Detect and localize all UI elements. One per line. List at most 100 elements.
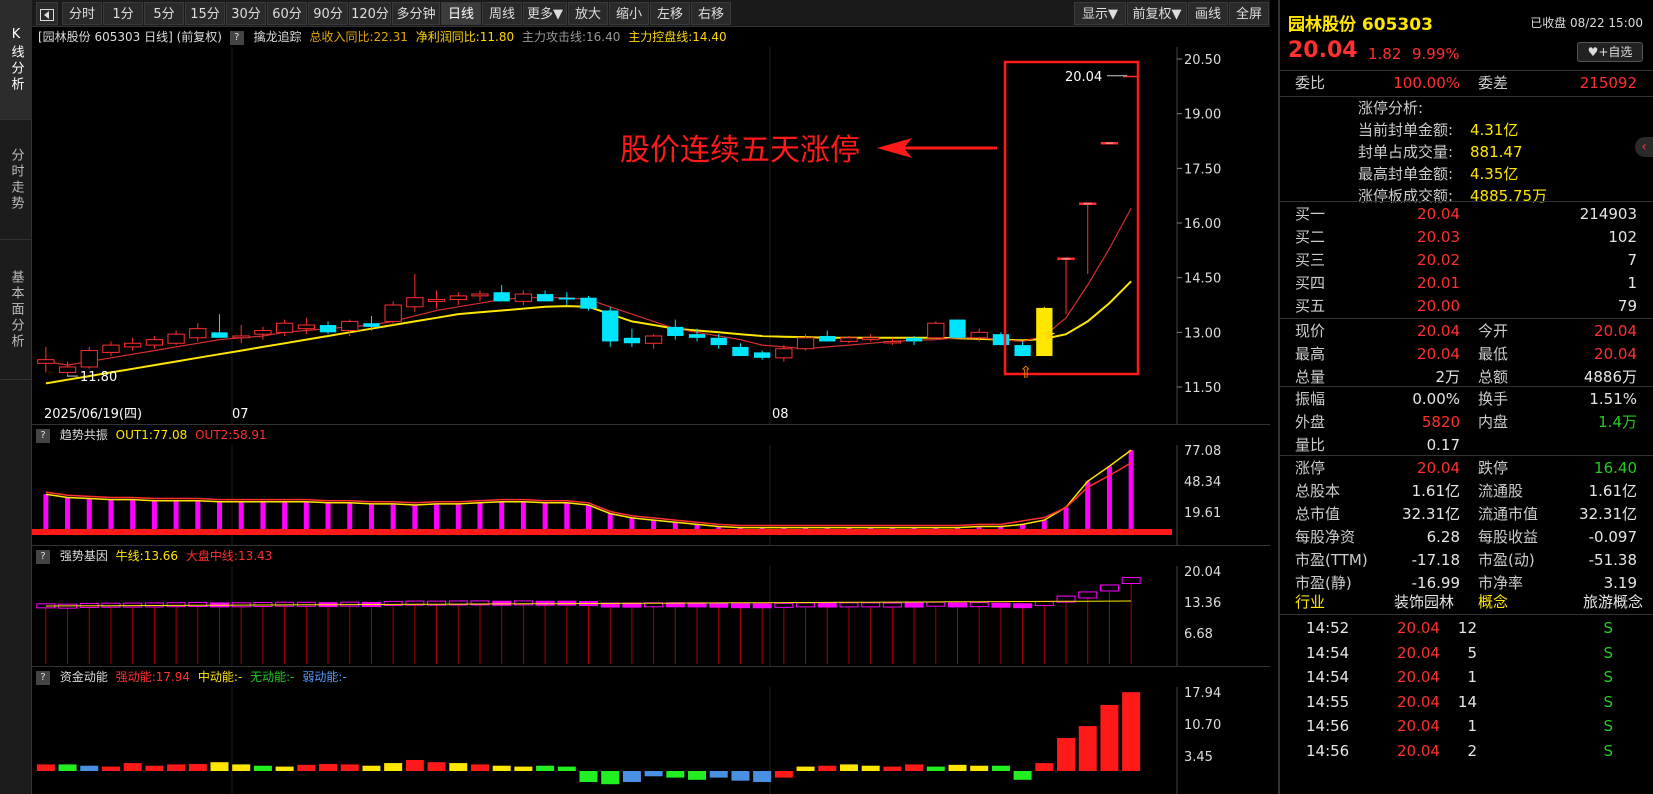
- fund-bar: [579, 771, 598, 783]
- stat-label: 今开: [1478, 322, 1509, 340]
- y-tick-label: 11.50: [1184, 381, 1221, 396]
- gene-chart[interactable]: 20.04 13.36 6.68: [32, 566, 1270, 666]
- trend-bar: [520, 501, 526, 533]
- period-button[interactable]: 放大: [568, 2, 608, 25]
- gene-block: [904, 602, 924, 608]
- trend-bar: [347, 502, 353, 533]
- period-button[interactable]: 多分钟: [392, 2, 440, 25]
- gene-dapan: 大盘中线:13.43: [185, 549, 273, 563]
- y-tick-label: 17.94: [1184, 687, 1221, 701]
- y-tick-label: 20.04: [1184, 566, 1221, 580]
- stat-row: 振幅 0.00% 换手 1.51%: [1280, 388, 1653, 411]
- gene-block: [166, 602, 186, 608]
- stat-value: 1.61亿: [1588, 482, 1637, 500]
- collapse-panel-button[interactable]: [36, 2, 58, 25]
- trend-name[interactable]: 趋势共振: [60, 428, 108, 442]
- fund-bar: [839, 764, 858, 771]
- trend-bar: [412, 505, 418, 533]
- stat-label: 涨停: [1295, 459, 1326, 477]
- trend-chart[interactable]: 77.08 48.34 19.61: [32, 445, 1270, 545]
- star-icon: ★: [1042, 325, 1056, 344]
- help-icon[interactable]: ?: [36, 549, 50, 564]
- stat-label: 市盈(动): [1478, 551, 1535, 569]
- concept-label[interactable]: 概念: [1478, 591, 1508, 614]
- stat-row: 总市值 32.31亿 流通市值 32.31亿: [1280, 503, 1653, 526]
- industry-label[interactable]: 行业: [1295, 591, 1325, 614]
- period-button[interactable]: 15分: [185, 2, 225, 25]
- tab-kline-analysis[interactable]: K线分析: [0, 0, 32, 120]
- candle-body: [58, 366, 77, 373]
- gene-name[interactable]: 强势基因: [60, 549, 108, 563]
- period-button[interactable]: 60分: [267, 2, 307, 25]
- gene-block: [839, 602, 859, 608]
- candle-body: [840, 337, 858, 342]
- help-icon[interactable]: ?: [36, 428, 50, 443]
- period-button[interactable]: 缩小: [609, 2, 649, 25]
- zt-value: 881.47: [1470, 143, 1523, 161]
- tab-timeshare[interactable]: 分时走势: [0, 120, 32, 240]
- quote-panel: 园林股份 605303 已收盘 08/22 15:00 20.04 1.82 9…: [1278, 0, 1653, 794]
- period-button[interactable]: 30分: [226, 2, 266, 25]
- gene-block: [882, 602, 902, 608]
- fund-bar: [492, 765, 511, 771]
- tick-side: S: [1603, 741, 1613, 760]
- trend-out1: OUT1:77.08: [115, 428, 188, 442]
- fund-bar: [1078, 726, 1097, 771]
- stat-label: 量比: [1295, 436, 1326, 454]
- help-icon[interactable]: ?: [229, 30, 244, 45]
- period-button[interactable]: 日线: [441, 2, 481, 25]
- fund-name[interactable]: 资金动能: [60, 670, 108, 684]
- fund-bar: [297, 764, 316, 771]
- candle-body: [558, 297, 575, 300]
- period-button[interactable]: 5分: [144, 2, 184, 25]
- price-change-pct: 9.99%: [1412, 45, 1460, 63]
- candle-body: [905, 337, 923, 342]
- chart-area: [园林股份 605303 日线] (前复权) ? 擒龙追踪 总收入同比:22.3…: [32, 27, 1270, 794]
- concept-value[interactable]: 旅游概念: [1583, 591, 1643, 614]
- period-button[interactable]: 120分: [349, 2, 391, 25]
- period-button[interactable]: 周线: [482, 2, 522, 25]
- y-tick-label: 20.50: [1184, 53, 1221, 68]
- bid-row: 买二 20.03 102: [1280, 226, 1653, 249]
- fund-bar: [557, 766, 576, 771]
- period-button[interactable]: 右移: [691, 2, 731, 25]
- stat-value: 1.51%: [1589, 390, 1637, 408]
- candle-body: [37, 359, 55, 364]
- toolbar-option-button[interactable]: 显示▼: [1074, 2, 1126, 25]
- fund-panel-header: ? 资金动能 强动能:17.94 中动能:- 无动能:- 弱动能:-: [32, 667, 1270, 687]
- y-tick-label: 6.68: [1184, 627, 1213, 642]
- period-button[interactable]: 分时: [62, 2, 102, 25]
- tab-fundamentals[interactable]: 基本面分析: [0, 240, 32, 380]
- candle-body: [1014, 345, 1031, 357]
- fund-bar: [188, 763, 207, 771]
- bid-volume: 214903: [1579, 205, 1637, 223]
- gene-block: [1013, 603, 1033, 609]
- add-favorite-button[interactable]: ♥+自选: [1577, 42, 1643, 62]
- toolbar-option-button[interactable]: 前复权▼: [1127, 2, 1187, 25]
- toolbar-option-button[interactable]: 全屏: [1229, 2, 1269, 25]
- expand-arrow-icon[interactable]: ‹: [1635, 137, 1653, 157]
- high-label: 20.04: [1065, 70, 1102, 85]
- industry-value[interactable]: 装饰园林: [1394, 591, 1454, 614]
- stat-label: 内盘: [1478, 413, 1509, 431]
- bid-volume: 7: [1627, 251, 1637, 269]
- kline-chart[interactable]: 20.50 19.00 17.50 16.00 14.50 13.00 11.50 20.04…: [32, 47, 1270, 424]
- period-button[interactable]: 1分: [103, 2, 143, 25]
- stat-value: 5820: [1421, 413, 1460, 431]
- stat-value: 20.04: [1594, 322, 1637, 340]
- toolbar-option-button[interactable]: 画线: [1188, 2, 1228, 25]
- period-button[interactable]: 90分: [308, 2, 348, 25]
- trend-bar: [173, 500, 179, 533]
- indicator-name[interactable]: 擒龙追踪: [254, 30, 302, 44]
- fund-bar: [470, 764, 489, 771]
- bid-volume: 1: [1627, 274, 1637, 292]
- help-icon[interactable]: ?: [36, 670, 50, 685]
- period-button[interactable]: 更多▼: [523, 2, 567, 25]
- period-button[interactable]: 左移: [650, 2, 690, 25]
- period-toolbar: 分时 1分 5分 15分 30分 60分 90分 120分 多分钟 日线 周线 更多▼ 放大 缩小 左移 右移…: [32, 0, 1270, 27]
- stat-value: -17.18: [1411, 551, 1460, 569]
- stat-value: 32.31亿: [1402, 505, 1460, 523]
- fund-chart[interactable]: 17.94 10.70 3.45: [32, 687, 1270, 794]
- candle-body: [449, 295, 467, 301]
- fund-bar: [362, 765, 381, 771]
